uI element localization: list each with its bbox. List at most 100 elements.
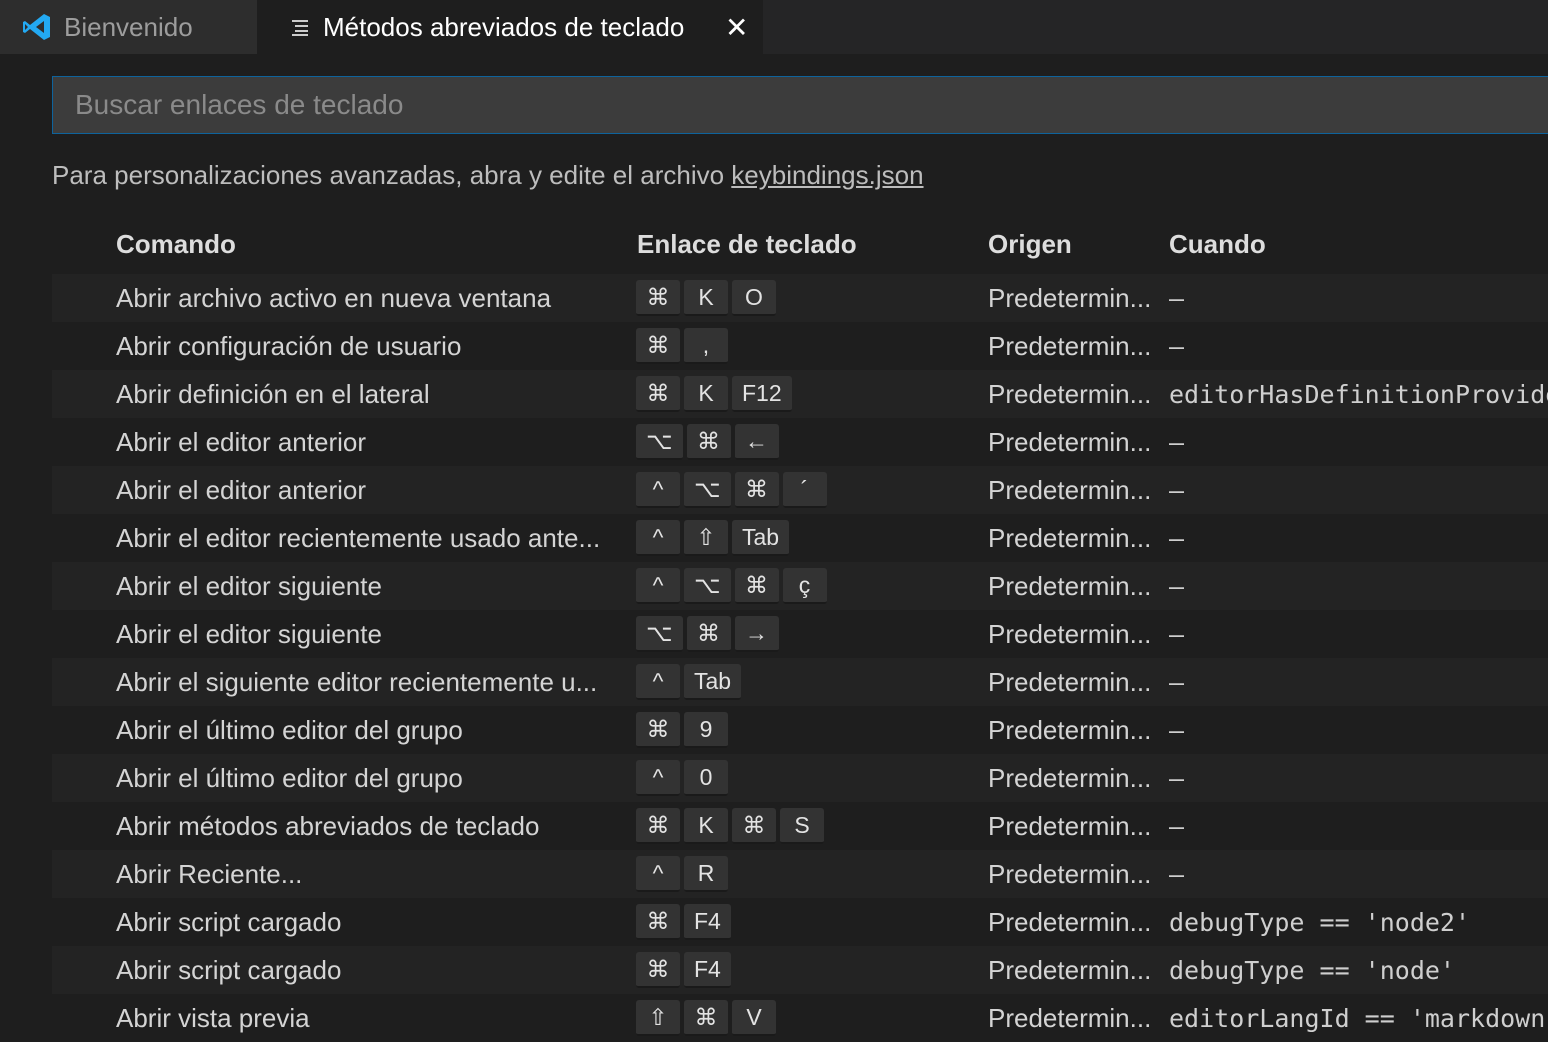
when-cell: —	[1169, 811, 1185, 841]
close-icon[interactable]: ✕	[725, 11, 748, 44]
key-cap: ⌘	[734, 568, 779, 604]
keybinding-cell: ^ Tab	[636, 658, 743, 706]
when-cell: debugType == 'node'	[1169, 955, 1455, 985]
when-cell: —	[1169, 331, 1185, 361]
column-header-command[interactable]: Comando	[116, 229, 236, 260]
tab-welcome-label: Bienvenido	[64, 11, 193, 42]
command-cell: Abrir el editor siguiente	[116, 571, 382, 601]
table-row[interactable]: Abrir el siguiente editor recientemente …	[52, 658, 1548, 706]
table-row[interactable]: Abrir el editor anterior ⌥ ⌘ ← Predetermin..…	[52, 418, 1548, 466]
source-cell: Predetermin...	[988, 714, 1152, 745]
keybinding-cell: ⌘ K F12	[636, 370, 794, 418]
table-row[interactable]: Abrir el editor recientemente usado ante…	[52, 514, 1548, 562]
tab-keyboard-shortcuts[interactable]: Métodos abreviados de teclado ✕	[257, 0, 763, 54]
key-cap: F4	[684, 904, 731, 940]
keybinding-cell: ^ ⌥ ⌘ ç	[636, 562, 829, 610]
command-cell: Abrir el siguiente editor recientemente …	[116, 667, 598, 697]
command-cell: Abrir definición en el lateral	[116, 379, 430, 409]
command-cell: Abrir el último editor del grupo	[116, 763, 463, 793]
keybindings-json-link[interactable]: keybindings.json	[731, 160, 923, 190]
key-cap: S	[780, 808, 824, 844]
key-cap: ´	[782, 472, 827, 508]
source-cell: Predetermin...	[988, 474, 1152, 505]
table-row[interactable]: Abrir el editor siguiente ^ ⌥ ⌘ ç Predetermin…	[52, 562, 1548, 610]
key-cap: F12	[732, 376, 792, 412]
hint-text: Para personalizaciones avanzadas, abra y…	[52, 160, 732, 190]
when-cell: —	[1169, 763, 1185, 793]
source-cell: Predetermin...	[988, 570, 1152, 601]
source-cell: Predetermin...	[988, 762, 1152, 793]
table-row[interactable]: Abrir el editor anterior ^ ⌥ ⌘ ´ Predetermin.…	[52, 466, 1548, 514]
key-cap: ←	[734, 424, 779, 460]
key-cap: ^	[636, 568, 680, 604]
tab-keyboard-shortcuts-label: Métodos abreviados de teclado	[323, 11, 685, 42]
keybinding-cell: ⌘,	[636, 322, 730, 370]
key-cap: ⌘	[732, 808, 776, 844]
when-cell: —	[1169, 475, 1185, 505]
table-row[interactable]: Abrir script cargado ⌘ F4 Predetermin... deb…	[52, 946, 1548, 994]
source-cell: Predetermin...	[988, 378, 1152, 409]
command-cell: Abrir métodos abreviados de teclado	[116, 811, 540, 841]
key-cap: R	[684, 856, 728, 892]
key-cap: ⌥	[636, 616, 683, 652]
table-row[interactable]: Abrir el editor siguiente ⌥ ⌘ → Predetermin.…	[52, 610, 1548, 658]
source-cell: Predetermin...	[988, 666, 1152, 697]
key-cap: ^	[636, 472, 680, 508]
column-header-when[interactable]: Cuando	[1169, 229, 1266, 260]
key-cap: ^	[636, 856, 680, 892]
key-cap: ^	[636, 760, 680, 796]
keybinding-cell: ⌘ F4	[636, 898, 733, 946]
column-header-source[interactable]: Origen	[988, 229, 1072, 260]
key-cap: ⌘	[684, 1000, 728, 1036]
key-cap: ,	[684, 328, 728, 364]
source-cell: Predetermin...	[988, 858, 1152, 889]
keybinding-cell: ^ 0	[636, 754, 730, 802]
key-cap: K	[684, 280, 728, 316]
table-row[interactable]: Abrir script cargado ⌘ F4 Predetermin... deb…	[52, 898, 1548, 946]
table-row[interactable]: Abrir el último editor del grupo ^ 0 Predet…	[52, 754, 1548, 802]
command-cell: Abrir el editor anterior	[116, 475, 366, 505]
keybinding-cell: ⇧ ⌘ V	[636, 994, 778, 1042]
table-row[interactable]: Abrir configuración de usuario ⌘, Predeter…	[52, 322, 1548, 370]
key-cap: ⌥	[684, 568, 731, 604]
table-row[interactable]: Abrir vista previa ⇧ ⌘ V Predetermin... edito…	[52, 994, 1548, 1042]
source-cell: Predetermin...	[988, 810, 1152, 841]
keybinding-cell: ^ R	[636, 850, 730, 898]
key-cap: ⌘	[734, 472, 779, 508]
column-header-keybinding[interactable]: Enlace de teclado	[637, 229, 857, 260]
keybinding-cell: ^ ⌥ ⌘ ´	[636, 466, 829, 514]
command-cell: Abrir Reciente...	[116, 859, 303, 889]
source-cell: Predetermin...	[988, 954, 1152, 985]
key-cap: K	[684, 808, 728, 844]
when-cell: —	[1169, 571, 1185, 601]
keybinding-cell: ⌥ ⌘ ←	[636, 418, 781, 466]
key-cap: ⌘	[636, 904, 680, 940]
command-cell: Abrir el editor anterior	[116, 427, 366, 457]
source-cell: Predetermin...	[988, 1002, 1152, 1033]
table-row[interactable]: Abrir métodos abreviados de teclado ⌘ K ⌘ S P…	[52, 802, 1548, 850]
when-cell: —	[1169, 523, 1185, 553]
table-row[interactable]: Abrir archivo activo en nueva ventana ⌘ K O…	[52, 274, 1548, 322]
when-cell: editorHasDefinitionProvider	[1169, 379, 1548, 409]
table-row[interactable]: Abrir el último editor del grupo ⌘ 9 Predet…	[52, 706, 1548, 754]
command-cell: Abrir configuración de usuario	[116, 331, 462, 361]
keybindings-table: Abrir archivo activo en nueva ventana ⌘ K O…	[52, 274, 1548, 1042]
key-cap: ⌘	[686, 616, 731, 652]
source-cell: Predetermin...	[988, 906, 1152, 937]
key-cap: ^	[636, 664, 680, 700]
table-row[interactable]: Abrir definición en el lateral ⌘ K F12 Prede…	[52, 370, 1548, 418]
key-cap: ⇧	[636, 1000, 680, 1036]
advanced-hint: Para personalizaciones avanzadas, abra y…	[52, 160, 924, 191]
key-cap: ⇧	[684, 520, 728, 556]
key-cap: O	[732, 280, 776, 316]
key-cap: ^	[636, 520, 680, 556]
command-cell: Abrir el editor siguiente	[116, 619, 382, 649]
key-cap: K	[684, 376, 728, 412]
tab-welcome[interactable]: Bienvenido	[0, 0, 257, 54]
table-row[interactable]: Abrir Reciente... ^ R Predetermin... —	[52, 850, 1548, 898]
preview-lines-icon	[291, 17, 311, 37]
command-cell: Abrir vista previa	[116, 1003, 310, 1033]
key-cap: ⌘	[636, 712, 680, 748]
search-input[interactable]	[52, 76, 1548, 134]
key-cap: ⌥	[636, 424, 683, 460]
